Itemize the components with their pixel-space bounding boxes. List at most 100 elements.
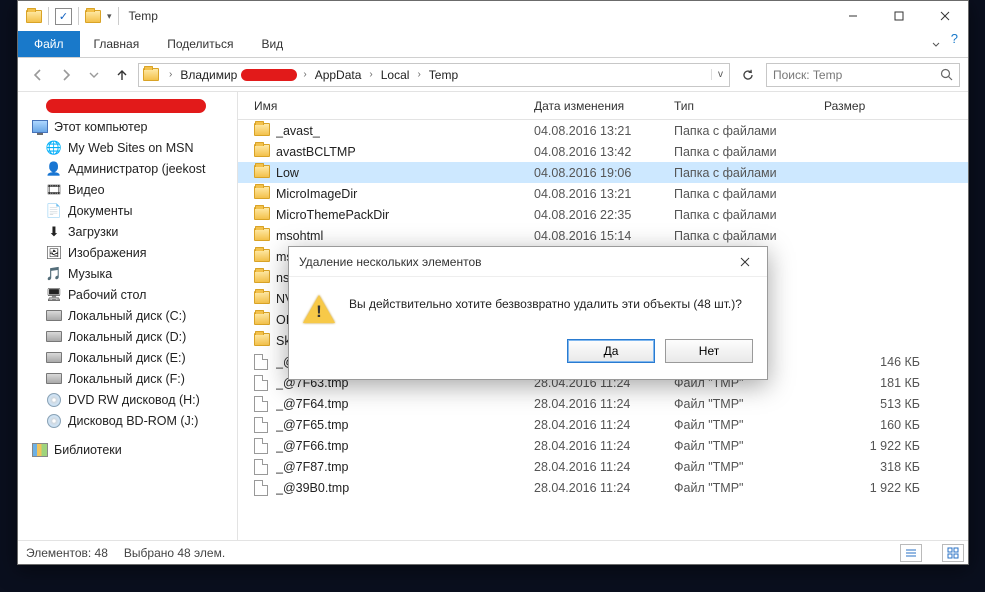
folder-icon bbox=[254, 312, 270, 325]
sidebar-item-libraries[interactable]: Библиотеки bbox=[18, 439, 237, 460]
file-row[interactable]: _@7F66.tmp28.04.2016 11:24Файл "TMP"1 92… bbox=[238, 435, 968, 456]
sidebar-item-label: My Web Sites on MSN bbox=[68, 141, 194, 155]
ribbon-expand-icon[interactable] bbox=[921, 31, 951, 57]
file-row[interactable]: _avast_04.08.2016 13:21Папка с файлами bbox=[238, 120, 968, 141]
column-headers[interactable]: Имя Дата изменения Тип Размер bbox=[238, 92, 968, 120]
file-row[interactable]: _@39B0.tmp28.04.2016 11:24Файл "TMP"1 92… bbox=[238, 477, 968, 498]
breadcrumb-folder-icon bbox=[143, 68, 159, 81]
col-date[interactable]: Дата изменения bbox=[534, 99, 674, 113]
ribbon: Файл Главная Поделиться Вид ? bbox=[18, 31, 968, 58]
file-row[interactable]: _@7F87.tmp28.04.2016 11:24Файл "TMP"318 … bbox=[238, 456, 968, 477]
sidebar-item-label: Дисковод BD-ROM (J:) bbox=[68, 414, 198, 428]
close-button[interactable] bbox=[922, 1, 968, 31]
file-row[interactable]: msohtml04.08.2016 15:14Папка с файлами bbox=[238, 225, 968, 246]
maximize-button[interactable] bbox=[876, 1, 922, 31]
file-type: Файл "TMP" bbox=[674, 439, 824, 453]
file-date: 28.04.2016 11:24 bbox=[534, 439, 674, 453]
help-icon[interactable]: ? bbox=[951, 31, 968, 57]
sidebar-item-this-pc[interactable]: Этот компьютер bbox=[18, 116, 237, 137]
col-size[interactable]: Размер bbox=[824, 99, 934, 113]
breadcrumb-dropdown-icon[interactable]: v bbox=[711, 69, 729, 80]
chevron-right-icon[interactable]: › bbox=[413, 69, 424, 80]
chevron-right-icon[interactable]: › bbox=[165, 69, 176, 80]
view-large-icons-button[interactable] bbox=[942, 544, 964, 562]
tab-share[interactable]: Поделиться bbox=[153, 31, 247, 57]
file-row[interactable]: MicroThemePackDir04.08.2016 22:35Папка с… bbox=[238, 204, 968, 225]
address-bar: › Владимир › AppData › Local › Temp v По… bbox=[18, 58, 968, 92]
folder-icon bbox=[254, 291, 270, 304]
col-type[interactable]: Тип bbox=[674, 99, 824, 113]
refresh-button[interactable] bbox=[734, 63, 762, 87]
nav-sidebar: Этот компьютер 🌐 My Web Sites on MSN 👤Адми… bbox=[18, 92, 238, 540]
sidebar-item[interactable]: 🎵Музыка bbox=[18, 263, 237, 284]
nav-forward-button[interactable] bbox=[54, 63, 78, 87]
sidebar-item-label: Рабочий стол bbox=[68, 288, 146, 302]
chevron-right-icon[interactable]: › bbox=[365, 69, 376, 80]
file-row[interactable]: Low04.08.2016 19:06Папка с файлами bbox=[238, 162, 968, 183]
sidebar-item[interactable]: Дисковод BD-ROM (J:) bbox=[18, 410, 237, 431]
sidebar-item-label: Локальный диск (E:) bbox=[68, 351, 186, 365]
sidebar-item-icon: 🌐 bbox=[46, 140, 62, 156]
sidebar-item[interactable]: Локальный диск (E:) bbox=[18, 347, 237, 368]
breadcrumb-seg-temp[interactable]: Temp bbox=[427, 68, 460, 82]
file-size: 181 КБ bbox=[824, 376, 920, 390]
file-date: 28.04.2016 11:24 bbox=[534, 397, 674, 411]
sidebar-item[interactable]: ⬇Загрузки bbox=[18, 221, 237, 242]
file-row[interactable]: avastBCLTMP04.08.2016 13:42Папка с файла… bbox=[238, 141, 968, 162]
sidebar-item-label: Загрузки bbox=[68, 225, 118, 239]
file-type: Папка с файлами bbox=[674, 229, 824, 243]
file-name: _@7F66.tmp bbox=[276, 439, 534, 453]
status-selected-count: Выбрано 48 элем. bbox=[124, 546, 225, 560]
sidebar-item[interactable]: 👤Администратор (jeekost bbox=[18, 158, 237, 179]
yes-button[interactable]: Да bbox=[567, 339, 655, 363]
file-row[interactable]: MicroImageDir04.08.2016 13:21Папка с фай… bbox=[238, 183, 968, 204]
dialog-close-button[interactable] bbox=[723, 247, 767, 277]
delete-confirm-dialog: Удаление нескольких элементов ! Вы дейст… bbox=[288, 246, 768, 380]
breadcrumb[interactable]: › Владимир › AppData › Local › Temp v bbox=[138, 63, 730, 87]
sidebar-item[interactable]: 📄Документы bbox=[18, 200, 237, 221]
tab-view[interactable]: Вид bbox=[247, 31, 297, 57]
sidebar-item[interactable]: Локальный диск (D:) bbox=[18, 326, 237, 347]
col-name[interactable]: Имя bbox=[254, 99, 534, 113]
sidebar-item[interactable]: 🌐 My Web Sites on MSN bbox=[18, 137, 237, 158]
sidebar-item-label: Администратор (jeekost bbox=[68, 162, 205, 176]
qat-dropdown-icon[interactable]: ▾ bbox=[107, 11, 112, 22]
sidebar-item[interactable]: Локальный диск (C:) bbox=[18, 305, 237, 326]
sidebar-item[interactable]: Локальный диск (F:) bbox=[18, 368, 237, 389]
sidebar-item-label: Локальный диск (D:) bbox=[68, 330, 186, 344]
tab-file[interactable]: Файл bbox=[18, 31, 80, 57]
nav-back-button[interactable] bbox=[26, 63, 50, 87]
nav-history-dropdown[interactable] bbox=[82, 63, 106, 87]
file-size: 1 922 КБ bbox=[824, 481, 920, 495]
file-name: _@7F64.tmp bbox=[276, 397, 534, 411]
breadcrumb-seg-appdata[interactable]: AppData bbox=[313, 68, 364, 82]
sidebar-item[interactable]: DVD RW дисковод (H:) bbox=[18, 389, 237, 410]
file-name: _avast_ bbox=[276, 124, 534, 138]
nav-up-button[interactable] bbox=[110, 63, 134, 87]
dialog-title: Удаление нескольких элементов bbox=[299, 255, 482, 269]
redacted-text bbox=[46, 99, 206, 113]
no-button[interactable]: Нет bbox=[665, 339, 753, 363]
sidebar-item[interactable]: 🖼Изображения bbox=[18, 242, 237, 263]
file-date: 04.08.2016 13:42 bbox=[534, 145, 674, 159]
chevron-right-icon[interactable]: › bbox=[299, 69, 310, 80]
file-size: 160 КБ bbox=[824, 418, 920, 432]
breadcrumb-seg-local[interactable]: Local bbox=[379, 68, 412, 82]
file-row[interactable]: _@7F65.tmp28.04.2016 11:24Файл "TMP"160 … bbox=[238, 414, 968, 435]
minimize-button[interactable] bbox=[830, 1, 876, 31]
status-item-count: Элементов: 48 bbox=[26, 546, 108, 560]
qat-properties-button[interactable]: ✓ bbox=[55, 8, 72, 25]
view-details-button[interactable] bbox=[900, 544, 922, 562]
search-input[interactable]: Поиск: Temp bbox=[766, 63, 960, 87]
tab-home[interactable]: Главная bbox=[80, 31, 154, 57]
file-row[interactable]: _@7F64.tmp28.04.2016 11:24Файл "TMP"513 … bbox=[238, 393, 968, 414]
folder-icon bbox=[254, 249, 270, 262]
sidebar-item[interactable]: 🖥Рабочий стол bbox=[18, 284, 237, 305]
titlebar: ✓ ▾ Temp bbox=[18, 1, 968, 31]
sidebar-item-icon bbox=[46, 308, 62, 324]
file-date: 04.08.2016 19:06 bbox=[534, 166, 674, 180]
breadcrumb-seg-user[interactable]: Владимир bbox=[178, 68, 239, 82]
sidebar-item[interactable]: 🎞Видео bbox=[18, 179, 237, 200]
file-type: Папка с файлами bbox=[674, 145, 824, 159]
qat-newfolder-icon[interactable] bbox=[85, 10, 101, 23]
